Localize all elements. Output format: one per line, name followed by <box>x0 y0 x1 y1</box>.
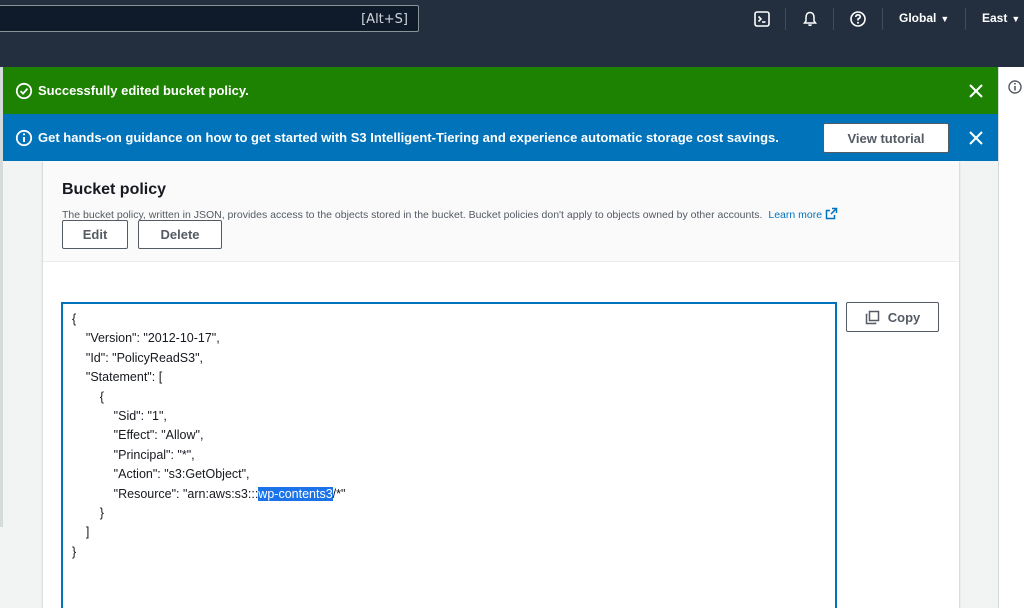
learn-more-label: Learn more <box>768 209 823 221</box>
code-line: } <box>72 505 104 520</box>
success-message: Successfully edited bucket policy. <box>38 83 249 98</box>
bucket-policy-panel: Bucket policy The bucket policy, written… <box>43 161 959 608</box>
code-line: "Id": "PolicyReadS3", <box>72 350 203 365</box>
search-input[interactable]: [Alt+S] <box>0 5 419 32</box>
policy-json-viewer[interactable]: { "Version": "2012-10-17", "Id": "Policy… <box>61 302 837 608</box>
bucket-policy-description: The bucket policy, written in JSON, prov… <box>62 207 838 221</box>
code-line: "Statement": [ <box>72 370 163 385</box>
delete-button[interactable]: Delete <box>138 220 222 249</box>
close-icon[interactable] <box>968 83 984 99</box>
close-icon[interactable] <box>968 130 984 146</box>
bucket-policy-header: Bucket policy The bucket policy, written… <box>43 161 959 262</box>
code-line: { <box>72 389 104 404</box>
info-flash-banner: Get hands-on guidance on how to get star… <box>3 114 998 161</box>
global-menu-label: Global <box>899 11 937 25</box>
top-navigation-bar: [Alt+S] Global ▼ East ▼ <box>0 0 1024 40</box>
code-line: "Version": "2012-10-17", <box>72 331 220 346</box>
caret-down-icon: ▼ <box>940 14 950 24</box>
policy-code: { "Version": "2012-10-17", "Id": "Policy… <box>72 310 345 562</box>
learn-more-link[interactable]: Learn more <box>768 207 838 221</box>
info-circle-icon <box>15 129 33 146</box>
success-flash-banner: Successfully edited bucket policy. <box>3 67 998 114</box>
code-line: "Action": "s3:GetObject", <box>72 467 250 482</box>
selected-text: wp-contents3 <box>258 486 333 501</box>
topbar-divider <box>833 8 834 30</box>
code-line: ] <box>72 525 90 540</box>
resource-suffix: /*" <box>332 486 346 501</box>
topbar-divider <box>785 8 786 30</box>
code-line: "Sid": "1", <box>72 408 167 423</box>
code-line: { <box>72 312 77 326</box>
help-icon[interactable] <box>848 9 868 29</box>
topbar-divider <box>882 8 883 30</box>
caret-down-icon: ▼ <box>1011 14 1021 24</box>
success-check-icon <box>15 82 33 99</box>
code-line: } <box>72 544 77 559</box>
view-tutorial-button[interactable]: View tutorial <box>823 123 949 153</box>
code-line: "Effect": "Allow", <box>72 428 204 443</box>
copy-button[interactable]: Copy <box>846 302 939 332</box>
code-line: "Principal": "*", <box>72 447 195 462</box>
bucket-policy-title: Bucket policy <box>62 181 167 198</box>
region-menu[interactable]: East ▼ <box>982 11 1020 25</box>
header-band <box>0 40 1024 67</box>
cloudshell-icon[interactable] <box>752 9 772 29</box>
info-message: Get hands-on guidance on how to get star… <box>38 130 779 145</box>
external-link-icon <box>825 207 838 220</box>
copy-icon <box>865 310 879 324</box>
code-line-resource: "Resource": "arn:aws:s3:::wp-contents3/*… <box>72 485 345 504</box>
info-icon[interactable] <box>1008 80 1022 94</box>
search-shortcut-hint: [Alt+S] <box>361 12 408 27</box>
copy-label: Copy <box>887 309 921 325</box>
resource-prefix: "Resource": "arn:aws:s3::: <box>72 486 259 501</box>
region-menu-label: East <box>982 11 1008 25</box>
tools-panel <box>998 67 1024 608</box>
notifications-bell-icon[interactable] <box>800 9 820 29</box>
edit-button[interactable]: Edit <box>62 220 128 249</box>
topbar-divider <box>965 8 966 30</box>
global-menu[interactable]: Global ▼ <box>899 11 949 25</box>
